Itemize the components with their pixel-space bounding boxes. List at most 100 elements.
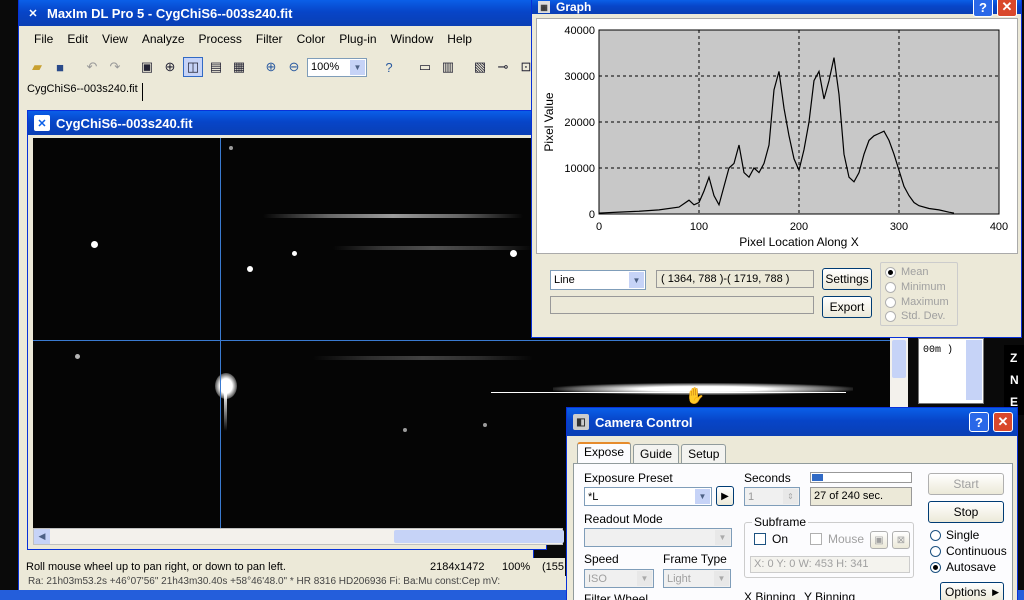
camera-close-button[interactable]: ✕ bbox=[993, 412, 1013, 432]
mode-single-radio[interactable]: Single bbox=[930, 528, 979, 542]
menu-item-filter[interactable]: Filter bbox=[249, 32, 290, 46]
save-icon[interactable]: ■ bbox=[50, 57, 70, 77]
menu-item-plugin[interactable]: Plug-in bbox=[332, 32, 383, 46]
subframe-coords-box: X: 0 Y: 0 W: 453 H: 341 bbox=[750, 556, 910, 573]
start-button[interactable]: Start bbox=[928, 473, 1004, 495]
side-scroll[interactable] bbox=[966, 340, 982, 400]
menu-item-view[interactable]: View bbox=[95, 32, 135, 46]
menu-item-analyze[interactable]: Analyze bbox=[135, 32, 192, 46]
menu-item-color[interactable]: Color bbox=[290, 32, 333, 46]
camera-title-bar[interactable]: ◧ Camera Control bbox=[567, 408, 1017, 436]
image-title-bar[interactable]: ✕ CygChiS6--003s240.fit bbox=[28, 111, 546, 135]
bright-star-spike bbox=[224, 393, 227, 431]
subframe-on-checkbox[interactable]: On bbox=[754, 532, 788, 546]
scroll-thumb[interactable] bbox=[394, 530, 564, 543]
crosshair-icon[interactable]: ⊕ bbox=[160, 57, 180, 77]
stat-stddev-radio[interactable]: Std. Dev. bbox=[885, 310, 945, 322]
play-icon: ▶ bbox=[721, 490, 729, 502]
camera-icon[interactable]: ▭ bbox=[415, 57, 435, 77]
menu-item-file[interactable]: File bbox=[27, 32, 60, 46]
star bbox=[403, 428, 407, 432]
stat-maximum-radio[interactable]: Maximum bbox=[885, 296, 949, 308]
mode-autosave-radio[interactable]: Autosave bbox=[930, 560, 996, 574]
scroll-left-icon[interactable]: ◀ bbox=[34, 529, 50, 544]
undo-icon[interactable]: ↶ bbox=[82, 57, 102, 77]
pixel-profile-chart: 0 100 200 300 400 0 10000 20000 30000 40000 Pixel … bbox=[542, 25, 1008, 249]
main-title-bar[interactable]: ✕ MaxIm DL Pro 5 - CygChiS6--003s240.fit bbox=[19, 0, 533, 26]
zoom-out-icon[interactable]: ⊖ bbox=[284, 57, 304, 77]
telescope-icon[interactable]: ⊸ bbox=[493, 57, 513, 77]
seconds-value: 1 bbox=[748, 490, 755, 503]
subframe-clear-button[interactable]: ⊠ bbox=[892, 531, 910, 549]
seconds-spinner[interactable]: 1 ⇕ bbox=[744, 487, 800, 506]
subframe-mouse-checkbox[interactable]: Mouse bbox=[810, 532, 864, 546]
chevron-down-icon: ▼ bbox=[629, 272, 644, 288]
graph-export-label: Export bbox=[829, 300, 865, 314]
graph-title-bar[interactable]: ▦ Graph bbox=[532, 0, 1021, 14]
options-label: Options bbox=[945, 585, 987, 599]
stat-minimum-radio[interactable]: Minimum bbox=[885, 281, 946, 293]
status-extra: (155 bbox=[542, 561, 565, 573]
image-icon[interactable]: ▣ bbox=[137, 57, 157, 77]
info-line: Ra: 21h03m53.2s +46°07'56" 21h43m30.40s … bbox=[20, 576, 570, 590]
image-h-scrollbar[interactable]: ◀ bbox=[33, 528, 564, 545]
close-icon: ✕ bbox=[997, 414, 1009, 429]
menu-item-help[interactable]: Help bbox=[440, 32, 479, 46]
menu-item-process[interactable]: Process bbox=[192, 32, 249, 46]
subframe-mouse-label: Mouse bbox=[828, 532, 865, 546]
calculator-icon[interactable]: ▧ bbox=[470, 57, 490, 77]
graph-coords: ( 1364, 788 )-( 1719, 788 ) bbox=[656, 270, 814, 288]
x-tick-label: 100 bbox=[690, 221, 708, 233]
spectrum-streak bbox=[333, 246, 533, 250]
exposure-progress-text: 27 of 240 sec. bbox=[814, 490, 884, 502]
tab-guide[interactable]: Guide bbox=[633, 444, 680, 463]
options-button[interactable]: Options ▶ bbox=[940, 582, 1004, 600]
menu-item-edit[interactable]: Edit bbox=[60, 32, 95, 46]
zoom-in-icon[interactable]: ⊕ bbox=[261, 57, 281, 77]
select-rect-icon: ▣ bbox=[874, 534, 884, 546]
star bbox=[247, 266, 253, 272]
frame-type-select[interactable]: Light ▼ bbox=[663, 569, 731, 588]
tab-setup[interactable]: Setup bbox=[681, 444, 727, 463]
exposure-preset-select[interactable]: *L ▼ bbox=[584, 487, 712, 506]
main-window-title: MaxIm DL Pro 5 - CygChiS6--003s240.fit bbox=[47, 5, 293, 21]
mode-continuous-radio[interactable]: Continuous bbox=[930, 544, 1007, 558]
menu-item-window[interactable]: Window bbox=[384, 32, 441, 46]
info-icon[interactable]: ▦ bbox=[229, 57, 249, 77]
graph-mode-select[interactable]: Line ▼ bbox=[550, 270, 646, 290]
subframe-select-button[interactable]: ▣ bbox=[870, 531, 888, 549]
graph-panel: 0 100 200 300 400 0 10000 20000 30000 40000 Pixel … bbox=[536, 18, 1018, 254]
graph-settings-button[interactable]: Settings bbox=[822, 268, 872, 290]
image-v-scrollbar[interactable] bbox=[890, 338, 908, 410]
readout-mode-label: Readout Mode bbox=[584, 512, 663, 526]
profile-line bbox=[491, 392, 846, 393]
image-window-title: CygChiS6--003s240.fit bbox=[56, 115, 193, 131]
graph-app-icon: ▦ bbox=[538, 1, 550, 13]
v-scroll-thumb[interactable] bbox=[892, 340, 906, 378]
stat-maximum-label: Maximum bbox=[901, 296, 949, 308]
preset-play-button[interactable]: ▶ bbox=[716, 486, 734, 506]
checkbox-icon bbox=[810, 533, 822, 545]
line-profile-icon[interactable]: ◫ bbox=[183, 57, 203, 77]
zoom-select[interactable]: 100% ▼ bbox=[307, 57, 367, 77]
graph-close-button[interactable]: ✕ bbox=[997, 0, 1017, 17]
lock-icon[interactable]: ▤ bbox=[206, 57, 226, 77]
stack-icon[interactable]: ▥ bbox=[438, 57, 458, 77]
help-cursor-icon[interactable]: ? bbox=[379, 57, 399, 77]
redo-icon[interactable]: ↷ bbox=[105, 57, 125, 77]
stop-button[interactable]: Stop bbox=[928, 501, 1004, 523]
stat-mean-radio[interactable]: Mean bbox=[885, 266, 929, 278]
tab-expose[interactable]: Expose bbox=[577, 442, 632, 463]
readout-mode-select[interactable]: ▼ bbox=[584, 528, 732, 547]
stat-minimum-label: Minimum bbox=[901, 281, 946, 293]
graph-window-title: Graph bbox=[556, 0, 592, 14]
camera-help-button[interactable]: ? bbox=[969, 412, 989, 432]
open-icon[interactable]: ▰ bbox=[27, 57, 47, 77]
checkbox-icon bbox=[754, 533, 766, 545]
graph-export-button[interactable]: Export bbox=[822, 296, 872, 318]
document-tab[interactable]: CygChiS6--003s240.fit bbox=[27, 83, 143, 101]
graph-help-button[interactable]: ? bbox=[973, 0, 993, 17]
document-tab-label: CygChiS6--003s240.fit bbox=[27, 83, 138, 95]
clear-rect-icon: ⊠ bbox=[896, 534, 906, 546]
speed-select[interactable]: ISO ▼ bbox=[584, 569, 654, 588]
